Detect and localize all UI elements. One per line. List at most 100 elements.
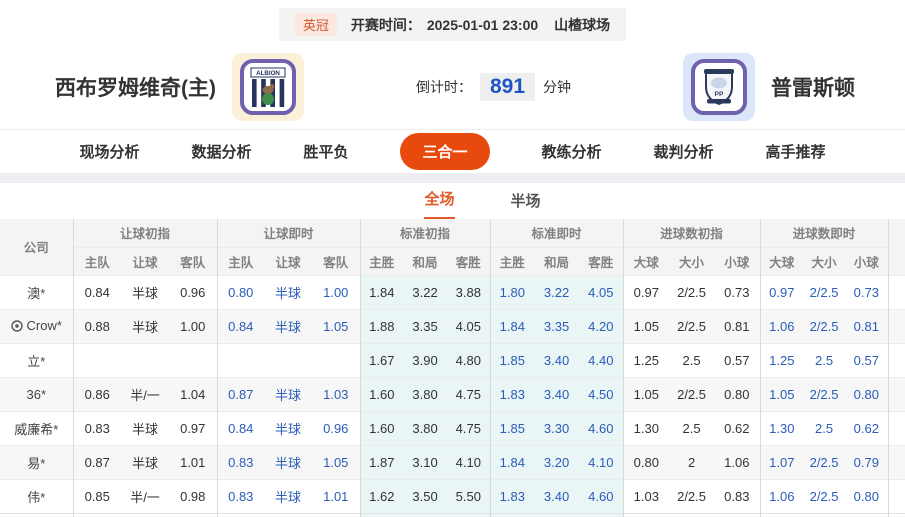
- odds-table: 公司 让球初指 让球即时 标准初指 标准即时 进球数初指 进球数即时 主队 让球 客队 主队 让球 客队…: [0, 219, 905, 517]
- odds-cell-std_live-2: 4.20: [579, 308, 624, 343]
- group-header-3: 标准即时: [489, 219, 624, 247]
- odds-cell-handicap_live-1: 半球: [264, 444, 313, 479]
- odds-cell-empty: [72, 512, 121, 517]
- odds-cell-std_live-2: 4.60: [579, 478, 624, 513]
- nav-tab-0[interactable]: 现场分析: [79, 141, 139, 162]
- sub-header-2-0: 主胜: [359, 246, 404, 275]
- odds-cell-handicap_initial-2: 1.01: [169, 444, 218, 479]
- odds-cell-handicap_live-2: 1.03: [312, 376, 361, 411]
- sub-header-5-1: 大小: [803, 246, 846, 275]
- odds-cell-goals_live-0: 1.30: [759, 410, 804, 445]
- odds-cell-empty: [312, 512, 361, 517]
- odds-row-2: 立* 1.67 3.90 4.80 1.85 3.40 4.40 1.25 2.5 0.57 1.2…: [0, 342, 905, 377]
- company-name[interactable]: 伟*: [0, 478, 73, 513]
- cutoff-cell: [887, 478, 905, 513]
- odds-cell-std_live-2: 4.50: [579, 376, 624, 411]
- odds-cell-goals_initial-0: 1.03: [622, 478, 670, 513]
- nav-tab-2[interactable]: 胜平负: [303, 141, 348, 162]
- odds-cell-goals_initial-1: 2/2.5: [669, 308, 715, 343]
- odds-cell-goals_live-0: 1.07: [759, 444, 804, 479]
- odds-cell-goals_live-1: 2/2.5: [803, 376, 846, 411]
- sub-header-0-1: 让球: [121, 246, 169, 275]
- odds-cell-goals_live-0: 0.97: [759, 274, 804, 309]
- odds-cell-handicap_initial-1: [121, 342, 169, 377]
- home-team-name: 西布罗姆维奇(主): [55, 77, 216, 100]
- sub-header-4-2: 小球: [714, 246, 761, 275]
- sub-header-1-2: 客队: [312, 246, 361, 275]
- odds-row-3: 36* 0.86 半/一 1.04 0.87 半球 1.03 1.60 3.80 4.75 1.83…: [0, 376, 905, 411]
- odds-cell-handicap_initial-0: [72, 342, 121, 377]
- odds-cell-handicap_initial-1: 半球: [121, 444, 169, 479]
- venue: 山楂球场: [554, 16, 611, 33]
- odds-cell-goals_live-2: 0.80: [845, 376, 889, 411]
- odds-cell-std_initial-1: 3.90: [403, 342, 448, 377]
- odds-cell-std_initial-2: 4.05: [447, 308, 491, 343]
- odds-cell-goals_live-0: 1.25: [759, 342, 804, 377]
- odds-row-0: 澳* 0.84 半球 0.96 0.80 半球 1.00 1.84 3.22 3.88 1.80 3.…: [0, 274, 905, 309]
- match-header: 西布罗姆维奇(主) ALBION 倒计时： 891 分钟 PP 普雷斯顿: [0, 41, 905, 129]
- sub-header-2-1: 和局: [403, 246, 448, 275]
- odds-cell-goals_live-1: 2/2.5: [803, 308, 846, 343]
- countdown-label: 倒计时：: [415, 79, 472, 95]
- nav-tab-3[interactable]: 三合一: [400, 133, 490, 170]
- subtab-1[interactable]: 半场: [511, 190, 541, 219]
- nav-tab-4[interactable]: 教练分析: [542, 141, 602, 162]
- odds-cell-goals_initial-1: 2/2.5: [669, 274, 715, 309]
- odds-cell-handicap_live-0: 0.80: [216, 274, 265, 309]
- group-header-0: 让球初指: [72, 219, 218, 247]
- odds-cell-std_initial-0: 1.88: [359, 308, 404, 343]
- odds-cell-std_initial-0: 1.60: [359, 410, 404, 445]
- odds-cell-empty: [447, 512, 491, 517]
- odds-cell-std_live-1: 3.40: [534, 342, 580, 377]
- odds-cell-std_live-1: 3.30: [534, 410, 580, 445]
- nav-tab-1[interactable]: 数据分析: [191, 141, 251, 162]
- odds-cell-std_initial-0: 1.60: [359, 376, 404, 411]
- odds-cell-goals_live-2: 0.62: [845, 410, 889, 445]
- odds-cell-goals_live-1: 2.5: [803, 342, 846, 377]
- odds-row-6: 伟* 0.85 半/一 0.98 0.83 半球 1.01 1.62 3.50 5.50 1.83 3…: [0, 478, 905, 513]
- odds-cell-std_initial-0: 1.87: [359, 444, 404, 479]
- odds-cell-std_initial-2: 4.75: [447, 376, 491, 411]
- odds-cell-handicap_live-1: 半球: [264, 478, 313, 513]
- nav-tab-6[interactable]: 高手推荐: [766, 141, 826, 162]
- odds-cell-empty: [579, 512, 624, 517]
- group-header-1: 让球即时: [216, 219, 361, 247]
- odds-cell-goals_live-0: 1.06: [759, 478, 804, 513]
- group-header-2: 标准初指: [359, 219, 491, 247]
- company-name[interactable]: Crow*: [0, 308, 73, 343]
- odds-cell-goals_live-1: 2/2.5: [803, 478, 846, 513]
- odds-cell-std_initial-2: 5.50: [447, 478, 491, 513]
- odds-cell-goals_initial-2: 1.06: [714, 444, 761, 479]
- odds-cell-handicap_initial-1: 半/一: [121, 376, 169, 411]
- svg-text:ALBION: ALBION: [256, 70, 280, 77]
- odds-cell-handicap_initial-2: 0.97: [169, 410, 218, 445]
- odds-cell-goals_live-2: 0.81: [845, 308, 889, 343]
- odds-cell-goals_live-2: 0.73: [845, 274, 889, 309]
- odds-cell-std_live-0: 1.83: [489, 478, 535, 513]
- subtab-0[interactable]: 全场: [424, 188, 455, 219]
- odds-cell-handicap_initial-2: [169, 342, 218, 377]
- company-name[interactable]: 威廉希*: [0, 410, 73, 445]
- odds-cell-std_live-1: 3.22: [534, 274, 580, 309]
- away-team-badge-icon: PP: [682, 53, 755, 121]
- company-name[interactable]: 易*: [0, 444, 73, 479]
- sub-header-0-2: 客队: [169, 246, 218, 275]
- odds-cell-handicap_live-1: 半球: [264, 410, 313, 445]
- odds-cell-goals_initial-0: 1.30: [622, 410, 670, 445]
- company-name[interactable]: 立*: [0, 342, 73, 377]
- company-name[interactable]: 澳*: [0, 274, 73, 309]
- sub-header-5-2: 小球: [845, 246, 889, 275]
- nav-tab-5[interactable]: 裁判分析: [654, 141, 714, 162]
- odds-cell-handicap_initial-2: 0.96: [169, 274, 218, 309]
- sub-header-3-2: 客胜: [579, 246, 624, 275]
- odds-cell-handicap_initial-1: 半球: [121, 274, 169, 309]
- company-name[interactable]: 36*: [0, 376, 73, 411]
- sub-header-1-1: 让球: [264, 246, 313, 275]
- odds-cell-std_live-0: 1.83: [489, 376, 535, 411]
- odds-cell-handicap_live-2: 1.00: [312, 274, 361, 309]
- odds-cell-handicap_initial-2: 1.04: [169, 376, 218, 411]
- odds-cell-std_initial-2: 4.80: [447, 342, 491, 377]
- kickoff-time: 2025-01-01 23:00: [426, 16, 539, 33]
- countdown-unit: 分钟: [543, 79, 572, 95]
- odds-cell-goals_live-1: 2/2.5: [803, 444, 846, 479]
